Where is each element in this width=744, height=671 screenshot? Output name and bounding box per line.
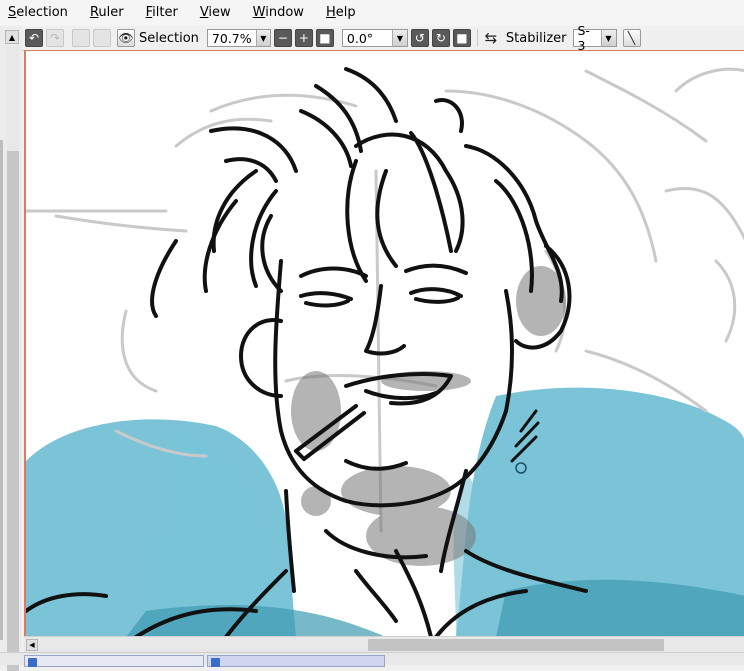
drawing-canvas[interactable] <box>24 50 744 636</box>
rotation-value: 0.0° <box>346 30 374 46</box>
zoom-out-button[interactable]: − <box>273 29 292 47</box>
document-icon <box>211 658 220 667</box>
menu-help[interactable]: Help <box>318 0 364 26</box>
zoom-reset-button[interactable]: ■ <box>315 29 334 47</box>
square-icon: ■ <box>319 31 331 45</box>
show-selection-button[interactable]: 👁 <box>117 29 135 47</box>
redo-button[interactable]: ↷ <box>46 29 64 47</box>
line-tool-button[interactable]: ╲ <box>622 29 641 47</box>
scroll-up-icon[interactable]: ▲ <box>5 30 19 44</box>
document-tab-1[interactable] <box>24 655 204 667</box>
rotation-combo[interactable]: 0.0° ▼ <box>341 29 408 47</box>
rotate-right-button[interactable]: ↻ <box>431 29 450 47</box>
square-icon: ■ <box>456 31 468 45</box>
stabilizer-combo[interactable]: S-3 ▼ <box>572 23 617 53</box>
undo-button[interactable]: ↶ <box>25 29 43 47</box>
flip-button[interactable]: ⇆ <box>482 29 500 47</box>
stabilizer-value: S-3 <box>577 23 590 53</box>
undo-icon: ↶ <box>28 31 40 45</box>
menu-filter[interactable]: Filter <box>138 0 186 26</box>
scroll-thumb[interactable] <box>7 151 19 671</box>
flip-arrows-icon: ⇆ <box>484 28 498 47</box>
horizontal-scrollbar[interactable]: ◀ <box>24 636 744 653</box>
document-icon <box>28 658 37 667</box>
selection-label: Selection <box>139 30 199 46</box>
zoom-value: 70.7% <box>211 30 252 46</box>
scroll-left-icon[interactable]: ◀ <box>26 639 38 651</box>
disabled-tool-button-2[interactable] <box>93 29 111 47</box>
document-tab-2[interactable] <box>207 655 385 667</box>
stabilizer-label: Stabilizer <box>505 30 567 46</box>
menu-view[interactable]: View <box>192 0 239 26</box>
menu-window[interactable]: Window <box>245 0 312 26</box>
panel-edge <box>0 140 3 640</box>
chevron-down-icon: ▼ <box>600 30 616 46</box>
zoom-in-button[interactable]: + <box>294 29 313 47</box>
eye-icon: 👁 <box>118 31 134 45</box>
horizontal-scroll-thumb[interactable] <box>368 639 664 651</box>
rotate-left-button[interactable]: ↺ <box>410 29 429 47</box>
chevron-down-icon: ▼ <box>391 30 407 46</box>
disabled-tool-button-1[interactable] <box>72 29 90 47</box>
rotate-reset-button[interactable]: ■ <box>452 29 471 47</box>
rotate-right-icon: ↻ <box>435 31 446 45</box>
menu-bar: Selection Ruler Filter View Window Help <box>0 0 744 26</box>
canvas-artwork <box>26 67 744 636</box>
diagonal-line-icon: ╲ <box>627 31 636 45</box>
chevron-down-icon: ▼ <box>255 30 270 46</box>
menu-ruler[interactable]: Ruler <box>82 0 132 26</box>
vertical-scrollbar[interactable]: ▲ <box>0 26 22 671</box>
zoom-combo[interactable]: 70.7% ▼ <box>206 29 271 47</box>
document-tab-bar <box>0 652 744 667</box>
menu-selection[interactable]: Selection <box>0 0 76 26</box>
toolbar: ↶ ↷ 👁 Selection 70.7% ▼ − + ■ 0.0° ▼ ↺ ↻… <box>0 23 744 53</box>
toolbar-separator <box>476 29 478 47</box>
rotate-left-icon: ↺ <box>414 31 425 45</box>
plus-icon: + <box>298 31 309 45</box>
minus-icon: − <box>277 31 288 45</box>
redo-icon: ↷ <box>49 31 61 45</box>
